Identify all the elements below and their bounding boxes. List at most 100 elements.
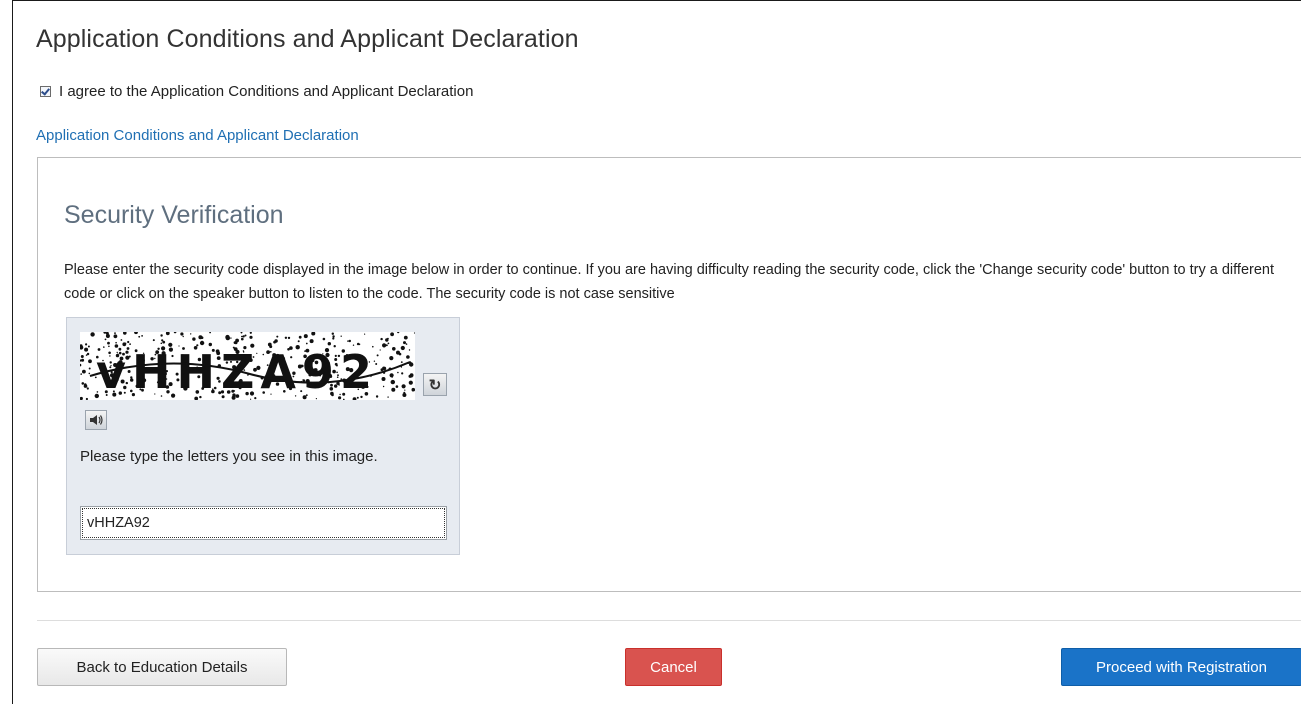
captcha-noise-dot (165, 332, 170, 336)
captcha-noise-dot (112, 392, 117, 397)
captcha-noise-dot (111, 382, 116, 388)
captcha-noise-dot (349, 383, 352, 386)
captcha-noise-dot (158, 379, 162, 383)
captcha-noise-dot (201, 387, 205, 390)
captcha-noise-dot (154, 357, 156, 360)
captcha-noise-dot (123, 391, 126, 394)
captcha-noise-dot (376, 354, 379, 357)
captcha-noise-dot (103, 346, 105, 348)
back-to-education-button[interactable]: Back to Education Details (37, 648, 287, 686)
captcha-noise-dot (104, 338, 107, 341)
captcha-noise-dot (88, 359, 92, 364)
agree-row[interactable]: I agree to the Application Conditions an… (40, 83, 473, 100)
captcha-noise-dot (211, 348, 215, 352)
captcha-noise-dot (245, 360, 248, 364)
agree-label[interactable]: I agree to the Application Conditions an… (59, 83, 473, 100)
captcha-noise-dot (142, 378, 147, 383)
page-title: Application Conditions and Applicant Dec… (36, 25, 579, 53)
captcha-noise-dot (218, 391, 222, 395)
captcha-noise-dot (178, 345, 180, 347)
captcha-noise-dot (141, 359, 145, 362)
captcha-noise-dot (105, 394, 108, 396)
captcha-noise-dot (156, 381, 160, 384)
captcha-noise-dot (354, 356, 358, 360)
captcha-noise-dot (216, 376, 220, 380)
agree-checkbox[interactable] (40, 86, 51, 97)
captcha-noise-dot (305, 394, 308, 397)
captcha-noise-dot (230, 360, 232, 363)
captcha-noise-dot (88, 372, 91, 375)
captcha-noise-dot (232, 393, 236, 397)
captcha-noise-dot (181, 354, 184, 357)
captcha-prompt: Please type the letters you see in this … (80, 448, 378, 465)
captcha-noise-dot (267, 342, 272, 347)
captcha-noise-dot (131, 393, 135, 397)
captcha-noise-dot (332, 335, 335, 338)
captcha-noise-dot (130, 376, 133, 379)
captcha-noise-dot (120, 339, 123, 341)
captcha-noise-dot (142, 352, 145, 354)
captcha-noise-dot (81, 382, 85, 385)
captcha-noise-dot (387, 396, 389, 398)
captcha-noise-dot (287, 336, 291, 340)
proceed-registration-button[interactable]: Proceed with Registration (1061, 648, 1301, 686)
captcha-noise-dot (360, 395, 363, 399)
captcha-noise-dot (197, 357, 202, 362)
captcha-noise-dot (300, 390, 303, 393)
captcha-noise-dot (340, 378, 343, 380)
captcha-noise-dot (150, 357, 154, 361)
captcha-noise-dot (297, 340, 300, 343)
captcha-noise-dot (329, 387, 334, 391)
captcha-noise-dot (337, 354, 341, 358)
captcha-noise-dot (375, 395, 379, 398)
captcha-noise-dot (302, 395, 307, 400)
captcha-noise-dot (193, 346, 198, 350)
captcha-noise-dot (313, 368, 317, 372)
captcha-noise-dot (387, 342, 390, 345)
divider (37, 620, 1301, 621)
captcha-noise-dot (108, 345, 110, 348)
captcha-noise-dot (154, 368, 158, 373)
captcha-noise-dot (338, 396, 342, 400)
captcha-noise-dot (341, 349, 345, 353)
captcha-noise-dot (408, 374, 412, 378)
captcha-input[interactable] (80, 506, 447, 540)
captcha-noise-dot (375, 363, 378, 365)
captcha-noise-dot (272, 353, 277, 358)
captcha-noise-dot (256, 365, 261, 370)
captcha-noise-dot (381, 377, 386, 381)
captcha-noise-dot (408, 380, 413, 385)
captcha-noise-dot (295, 345, 300, 350)
captcha-noise-dot (94, 393, 99, 399)
captcha-noise-dot (305, 348, 310, 353)
captcha-noise-dot (138, 335, 141, 338)
captcha-noise-dot (294, 395, 297, 397)
captcha-noise-dot (232, 365, 237, 370)
captcha-noise-dot (161, 346, 166, 351)
captcha-noise-dot (225, 356, 229, 360)
captcha-noise-dot (137, 376, 140, 379)
captcha-noise-dot (86, 387, 89, 390)
captcha-noise-dot (80, 355, 84, 358)
captcha-noise-dot (303, 354, 307, 359)
speaker-icon[interactable] (85, 410, 107, 430)
captcha-noise-dot (352, 344, 355, 346)
captcha-noise-dot (379, 349, 381, 351)
captcha-noise-dot (120, 379, 125, 384)
captcha-noise-dot (324, 348, 330, 353)
cancel-button[interactable]: Cancel (625, 648, 722, 686)
conditions-link[interactable]: Application Conditions and Applicant Dec… (36, 127, 359, 144)
captcha-noise-dot (134, 332, 138, 335)
captcha-noise-dot (408, 349, 411, 351)
captcha-noise-dot (154, 353, 157, 356)
captcha-noise-dot (385, 338, 389, 342)
captcha-noise-dot (357, 388, 360, 391)
captcha-noise-dot (207, 385, 210, 387)
captcha-noise-dot (213, 386, 217, 390)
refresh-icon[interactable]: ↻ (423, 373, 447, 396)
captcha-noise-dot (199, 395, 202, 399)
captcha-noise-dot (175, 372, 179, 376)
captcha-noise-dot (114, 344, 119, 348)
captcha-noise-dot (109, 361, 112, 364)
captcha-noise-dot (183, 386, 188, 391)
